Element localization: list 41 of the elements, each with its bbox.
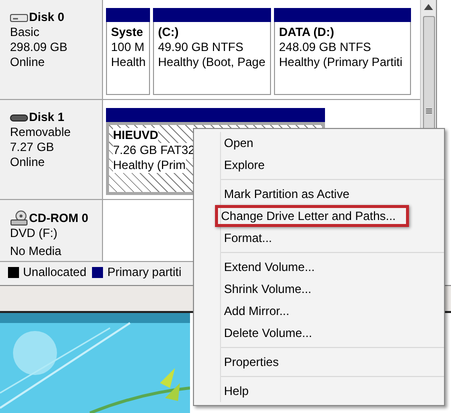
partition-name: DATA (D:) — [279, 25, 334, 40]
partition-block[interactable]: DATA (D:) 248.09 GB NTFS Healthy (Primary Partiti — [274, 22, 411, 95]
partition-name: HIEUVD — [113, 128, 158, 143]
drive-icon — [10, 112, 28, 122]
disk-name: Disk 1 — [29, 110, 64, 125]
drive-icon — [10, 12, 28, 22]
disk-name: Disk 0 — [29, 10, 64, 25]
disk-info: 7.27 GB — [10, 140, 56, 155]
menu-item[interactable]: Extend Volume... — [215, 256, 328, 278]
disk-info: Basic — [10, 25, 40, 40]
menu-item[interactable]: Delete Volume... — [215, 322, 326, 344]
disk-info: Removable — [10, 125, 72, 140]
partition-info: Healthy (Primary Partiti — [279, 55, 402, 70]
menu-item[interactable]: Help — [215, 380, 262, 402]
scroll-up-icon[interactable] — [424, 4, 433, 10]
partition-bar — [106, 8, 150, 22]
disk-info: DVD (F:) — [10, 226, 58, 241]
disk-info: Online — [10, 155, 46, 170]
menu-item[interactable]: Explore — [215, 154, 278, 176]
menu-item[interactable]: Open — [215, 132, 266, 154]
menu-item[interactable]: Add Mirror... — [215, 300, 302, 322]
menu-item[interactable]: Properties — [215, 351, 292, 373]
disk-name: CD-ROM 0 — [29, 210, 88, 226]
cd-drive-icon — [10, 210, 28, 226]
legend-label: Unallocated — [23, 264, 86, 280]
partition-block[interactable]: Syste 100 M Health — [106, 22, 150, 95]
legend-label: Primary partiti — [107, 264, 182, 280]
menu-item[interactable]: Format... — [215, 227, 286, 249]
partition-block[interactable]: (C:) 49.90 GB NTFS Healthy (Boot, Page — [153, 22, 271, 95]
disk-info: 298.09 GB — [10, 40, 68, 55]
partition-name: Syste — [111, 25, 144, 40]
menu-item[interactable]: Mark Partition as Active — [215, 183, 362, 205]
disk-info: Online — [10, 55, 46, 70]
grip-icon — [426, 108, 432, 114]
partition-info: Healthy (Boot, Page — [158, 55, 266, 70]
partition-name: (C:) — [158, 25, 179, 40]
disk-info: No Media — [10, 244, 62, 259]
menu-item[interactable]: Change Drive Letter and Paths... — [215, 205, 409, 227]
partition-info: Healthy (Prim — [113, 158, 186, 173]
partition-info: 7.26 GB FAT32 — [113, 143, 195, 158]
menu-item[interactable]: Shrink Volume... — [215, 278, 324, 300]
